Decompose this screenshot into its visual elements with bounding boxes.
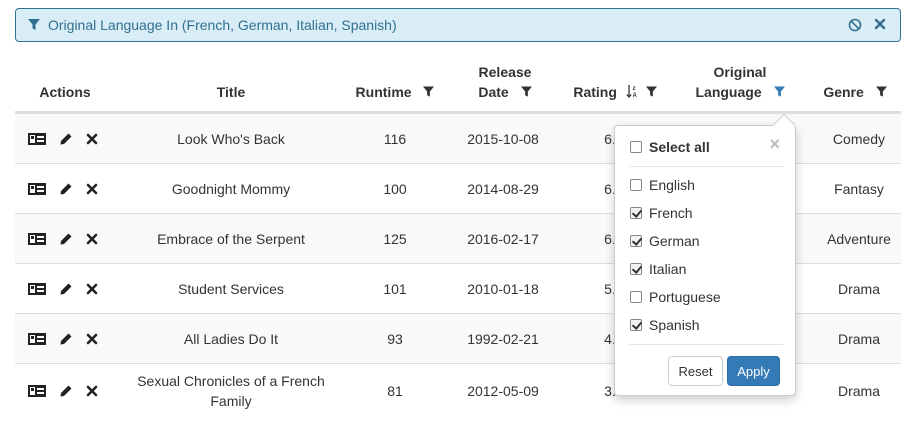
details-card-icon[interactable] [28, 384, 46, 398]
delete-icon[interactable] [86, 232, 98, 246]
delete-icon[interactable] [86, 332, 98, 346]
option-german[interactable]: German [630, 231, 700, 251]
language-filter-popover: × Select all English French German Itali… [614, 113, 796, 396]
cell-release-date: 2014-08-29 [467, 180, 539, 197]
clear-filter-icon[interactable] [848, 18, 862, 32]
option-label: English [649, 177, 695, 193]
option-label: Portuguese [649, 289, 721, 305]
cell-genre: Drama [837, 383, 880, 399]
runtime-filter-icon[interactable] [423, 86, 435, 98]
cell-title-line-1: Sexual Chronicles of a French [137, 373, 325, 389]
cell-title: Goodnight Mommy [171, 180, 291, 197]
row-actions [28, 214, 98, 263]
reset-button[interactable]: Reset [668, 356, 723, 386]
cell-runtime: 116 [383, 130, 407, 147]
cell-genre: Adventure [827, 230, 891, 247]
cell-title: Sexual Chronicles of a French Family [131, 364, 331, 418]
active-filter-banner: Original Language In (French, German, It… [15, 8, 901, 42]
option-italian[interactable]: Italian [630, 259, 686, 279]
details-card-icon[interactable] [28, 282, 46, 296]
cell-title: Embrace of the Serpent [157, 230, 305, 247]
cell-runtime: 125 [383, 230, 407, 247]
cell-release-date: 2016-02-17 [467, 230, 539, 247]
pencil-icon[interactable] [59, 232, 73, 246]
delete-icon[interactable] [86, 282, 98, 296]
checkbox[interactable] [630, 179, 642, 191]
sort-alpha-icon[interactable]: z A [626, 84, 638, 98]
cell-title-line-2: Family [210, 393, 252, 409]
header-original-language[interactable]: Original Language [680, 62, 800, 102]
cell-genre: Comedy [832, 130, 886, 147]
popover-close-icon[interactable]: × [769, 134, 780, 155]
release-date-filter-icon[interactable] [520, 86, 532, 98]
header-release-date[interactable]: Release Date [455, 62, 555, 102]
cell-release-date: 1992-02-21 [467, 330, 539, 347]
divider [629, 344, 783, 345]
delete-icon[interactable] [86, 384, 98, 398]
cell-release-date: 2015-10-08 [467, 130, 539, 147]
row-actions [28, 114, 98, 163]
svg-text:A: A [632, 93, 637, 98]
genre-filter-icon[interactable] [875, 86, 887, 98]
cell-runtime: 93 [387, 330, 403, 347]
checkbox[interactable] [630, 141, 642, 153]
cell-release-date: 2010-01-18 [467, 280, 539, 297]
details-card-icon[interactable] [28, 182, 46, 196]
apply-button[interactable]: Apply [727, 356, 780, 386]
row-actions [28, 314, 98, 363]
checkbox[interactable] [630, 207, 642, 219]
option-label: French [649, 205, 693, 221]
active-filter-text: Original Language In (French, German, It… [48, 17, 397, 33]
row-actions [28, 164, 98, 213]
rating-filter-icon[interactable] [645, 86, 657, 98]
close-icon[interactable] [874, 18, 886, 30]
row-actions [28, 364, 98, 418]
cell-title: Student Services [178, 280, 284, 297]
cell-title: All Ladies Do It [183, 330, 279, 347]
header-title[interactable]: Title [131, 82, 331, 102]
select-all-label: Select all [649, 139, 710, 155]
cell-genre: Fantasy [834, 180, 884, 197]
cell-genre: Drama [837, 280, 880, 297]
option-label: German [649, 233, 700, 249]
pencil-icon[interactable] [59, 282, 73, 296]
pencil-icon[interactable] [59, 332, 73, 346]
details-card-icon[interactable] [28, 332, 46, 346]
option-french[interactable]: French [630, 203, 693, 223]
cell-runtime: 100 [383, 180, 407, 197]
cell-release-date: 2012-05-09 [467, 383, 539, 399]
delete-icon[interactable] [86, 132, 98, 146]
filter-icon [28, 19, 40, 30]
header-runtime[interactable]: Runtime [345, 82, 445, 102]
header-genre[interactable]: Genre [809, 82, 901, 102]
language-filter-icon[interactable] [773, 86, 785, 98]
details-card-icon[interactable] [28, 232, 46, 246]
pencil-icon[interactable] [59, 132, 73, 146]
delete-icon[interactable] [86, 182, 98, 196]
select-all-checkbox[interactable]: Select all [630, 137, 710, 157]
row-actions [28, 264, 98, 313]
divider [629, 166, 783, 167]
option-label: Italian [649, 261, 687, 277]
checkbox[interactable] [630, 291, 642, 303]
svg-text:z: z [632, 86, 635, 92]
cell-runtime: 101 [383, 280, 407, 297]
option-label: Spanish [649, 317, 700, 333]
option-english[interactable]: English [630, 175, 695, 195]
checkbox[interactable] [630, 235, 642, 247]
cell-genre: Drama [837, 330, 880, 347]
checkbox[interactable] [630, 263, 642, 275]
pencil-icon[interactable] [59, 182, 73, 196]
option-spanish[interactable]: Spanish [630, 315, 700, 335]
option-portuguese[interactable]: Portuguese [630, 287, 721, 307]
details-card-icon[interactable] [28, 132, 46, 146]
pencil-icon[interactable] [59, 384, 73, 398]
header-actions: Actions [39, 84, 91, 100]
header-rating[interactable]: Rating z A [565, 82, 665, 102]
checkbox[interactable] [630, 319, 642, 331]
table-header: Actions Title Runtime Release Date Ratin… [15, 55, 901, 113]
cell-runtime: 81 [387, 383, 403, 399]
cell-title: Look Who's Back [177, 130, 285, 147]
